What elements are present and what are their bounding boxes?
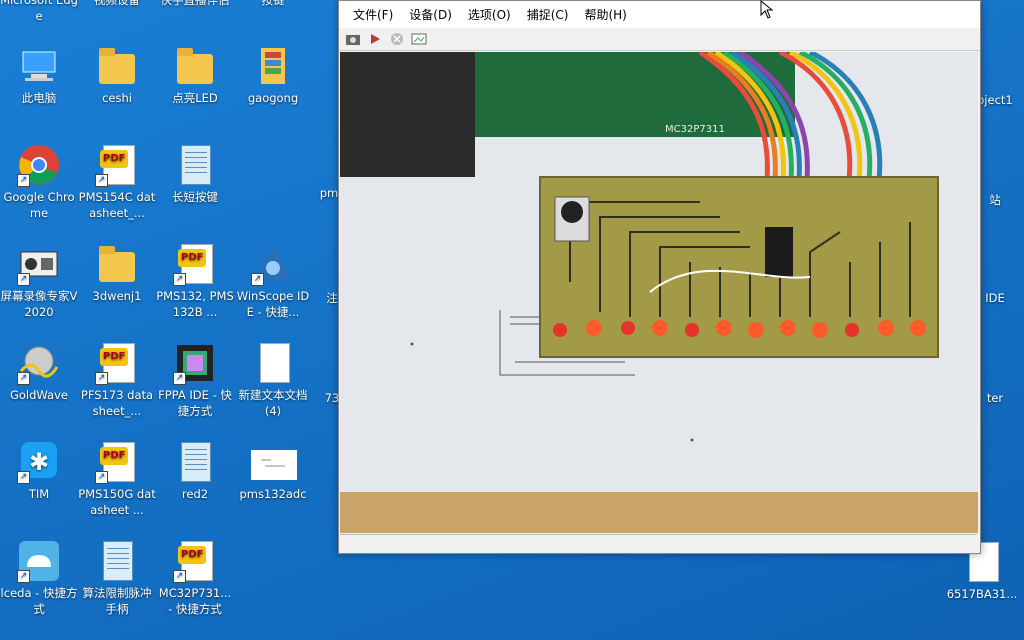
desktop-icon-label: 长短按键 — [172, 190, 218, 204]
desktop-icon-label: 点亮LED — [172, 91, 218, 105]
desktop-icon-label: ceshi — [102, 91, 132, 105]
desktop-icon-video-device[interactable]: 视频设备 — [78, 0, 156, 8]
desktop-icon-lceda[interactable]: ↗ lceda - 快捷方式 — [0, 539, 78, 617]
desktop-icon-label: 快手直播伴侣 — [160, 0, 230, 7]
tim-icon: ✱ ↗ — [17, 440, 61, 484]
video-capture-window[interactable]: 文件(F) 设备(D) 选项(O) 捕捉(C) 帮助(H) MC32P7311 — [338, 0, 981, 554]
recorder-icon: ↗ — [17, 242, 61, 286]
svg-text:✱: ✱ — [29, 448, 49, 476]
notepad-icon — [173, 143, 217, 187]
notepad-icon — [173, 440, 217, 484]
desktop-icon-label: GoldWave — [9, 388, 68, 402]
desktop-icon-pms132[interactable]: PDF ↗ PMS132, PMS132B ... — [156, 242, 234, 320]
desktop-icon-chrome[interactable]: ↗ Google Chrome — [0, 143, 78, 221]
desktop-icon-winscope[interactable]: ↗ WinScope IDE - 快捷... — [234, 242, 312, 320]
desktop-icon-kuaishou[interactable]: 快手直播伴侣 — [156, 0, 234, 8]
desktop-icon-pfs173[interactable]: PDF ↗ PFS173 datasheet_... — [78, 341, 156, 419]
desktop-icon-led[interactable]: 点亮LED — [156, 44, 234, 106]
archive-icon — [251, 44, 295, 88]
desktop-icon-new-text[interactable]: 新建文本文档 (4) — [234, 341, 312, 419]
notepad-icon — [95, 539, 139, 583]
snapshot-icon[interactable] — [411, 32, 427, 46]
folder-icon — [95, 242, 139, 286]
desktop-icon-pms154c[interactable]: PDF ↗ PMS154C datasheet_... — [78, 143, 156, 221]
desktop-icon-label: 此电脑 — [21, 91, 57, 105]
desktop-icon-label: WinScope IDE - 快捷... — [236, 289, 310, 319]
desktop-icon-gaogong[interactable]: gaogong — [234, 44, 312, 106]
camera-icon[interactable] — [345, 32, 361, 46]
desktop-icon-algorithm[interactable]: 算法限制脉冲手柄 — [78, 539, 156, 617]
desktop-icon-key[interactable]: 按键 — [234, 0, 312, 8]
desktop-icon-label: 算法限制脉冲手柄 — [82, 586, 152, 616]
pdf-icon: PDF ↗ — [173, 242, 217, 286]
pdf-icon: PDF ↗ — [95, 440, 139, 484]
video-preview: MC32P7311 8.03.05 — [340, 52, 978, 533]
desktop-icon-goldwave[interactable]: ↗ GoldWave — [0, 341, 78, 403]
winscope-icon: ↗ — [251, 242, 295, 286]
desktop-icon-mc32p731[interactable]: PDF ↗ MC32P731... - 快捷方式 — [156, 539, 234, 617]
pcb-video-frame: MC32P7311 8.03.05 — [340, 52, 978, 533]
stop-icon[interactable] — [389, 32, 405, 46]
desktop-icon-label: gaogong — [247, 91, 299, 105]
goldwave-icon: ↗ — [17, 341, 61, 385]
desktop-icon-label: lceda - 快捷方式 — [0, 586, 78, 616]
menu-file[interactable]: 文件(F) — [345, 6, 401, 23]
chrome-icon: ↗ — [17, 143, 61, 187]
desktop-icon-label: red2 — [181, 487, 209, 501]
menu-capture[interactable]: 捕捉(C) — [519, 6, 577, 23]
document-icon — [251, 341, 295, 385]
desktop-icon-label: PMS150G datasheet ... — [78, 487, 156, 517]
desktop-icon-label: Google Chrome — [3, 190, 75, 220]
desktop-icon-label: PMS132, PMS132B ... — [156, 289, 234, 319]
mouse-cursor-icon — [760, 0, 774, 24]
lceda-icon: ↗ — [17, 539, 61, 583]
desktop-icon-pms132adc[interactable]: pms132adc — [234, 440, 312, 502]
desktop-icon-label: PMS154C datasheet_... — [78, 190, 156, 220]
desktop-icon-label: 视频设备 — [94, 0, 140, 7]
desktop-icon-pms150g[interactable]: PDF ↗ PMS150G datasheet ... — [78, 440, 156, 518]
desktop-icon-long-short-key[interactable]: 长短按键 — [156, 143, 234, 205]
desktop-icon-label: TIM — [28, 487, 50, 501]
desktop-icon-label: Microsoft Edge — [0, 0, 78, 23]
fppa-icon: ↗ — [173, 341, 217, 385]
board-label: MC32P7311 — [665, 124, 725, 135]
folder-icon — [95, 44, 139, 88]
desktop-icon-label: 6517BA31... — [946, 587, 1018, 601]
desktop-icon-label: 3dwenj1 — [92, 289, 142, 303]
desktop-icon-label: pms132adc — [239, 487, 307, 501]
desktop-icon-label: FPPA IDE - 快捷方式 — [158, 388, 232, 418]
image-icon — [251, 440, 297, 484]
desktop-icon-label: 屏幕录像专家V2020 — [0, 289, 78, 319]
desktop-icon-red2[interactable]: red2 — [156, 440, 234, 502]
desktop-icon-tim[interactable]: ✱ ↗ TIM — [0, 440, 78, 502]
computer-icon — [17, 44, 61, 88]
menu-bar: 文件(F) 设备(D) 选项(O) 捕捉(C) 帮助(H) — [339, 1, 980, 28]
pdf-icon: PDF ↗ — [95, 143, 139, 187]
desktop-icon-ceshi[interactable]: ceshi — [78, 44, 156, 106]
desktop-icon-3dwenj1[interactable]: 3dwenj1 — [78, 242, 156, 304]
desktop-icon-edge[interactable]: Microsoft Edge — [0, 0, 78, 24]
record-icon[interactable] — [367, 32, 383, 46]
desktop-icon-recorder[interactable]: ↗ 屏幕录像专家V2020 — [0, 242, 78, 320]
desktop-icon-this-pc[interactable]: 此电脑 — [0, 44, 78, 106]
folder-icon — [173, 44, 217, 88]
status-bar — [340, 534, 977, 553]
menu-options[interactable]: 选项(O) — [460, 6, 519, 23]
pdf-icon: PDF ↗ — [95, 341, 139, 385]
desktop-icon-label: 新建文本文档 (4) — [238, 388, 308, 418]
desktop-icon-label: 按键 — [261, 0, 285, 7]
toolbar — [339, 28, 980, 51]
pdf-icon: PDF ↗ — [173, 539, 217, 583]
desktop-icon-label: MC32P731... - 快捷方式 — [158, 586, 232, 616]
desktop-icon-fppa[interactable]: ↗ FPPA IDE - 快捷方式 — [156, 341, 234, 419]
desktop-icon-label: PFS173 datasheet_... — [80, 388, 154, 418]
menu-help[interactable]: 帮助(H) — [576, 6, 634, 23]
menu-device[interactable]: 设备(D) — [401, 6, 460, 23]
